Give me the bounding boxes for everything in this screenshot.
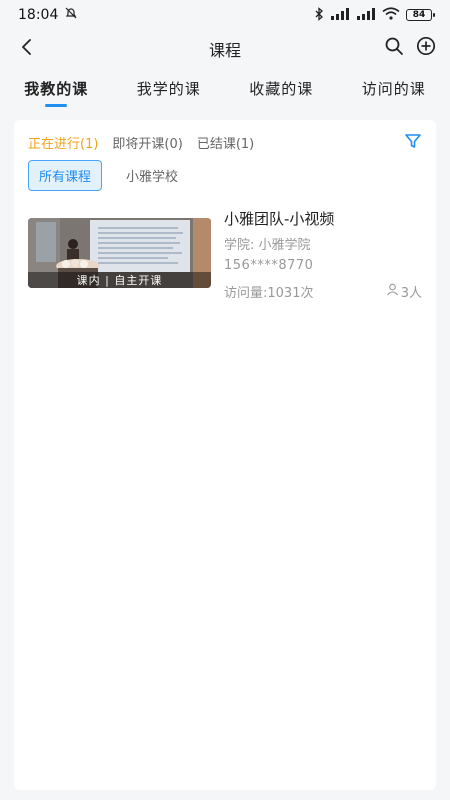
- back-button[interactable]: [14, 36, 40, 62]
- course-teacher-phone: 156****8770: [224, 258, 314, 273]
- course-card[interactable]: 课内 | 自主开课 小雅团队-小视频 学院: 小雅学院 156****8770 …: [28, 208, 422, 301]
- tab-visited[interactable]: 访问的课: [362, 68, 426, 99]
- status-filters: 正在进行(1) 即将开课(0) 已结课(1): [28, 132, 422, 152]
- battery-icon: 84: [406, 9, 435, 21]
- bluetooth-icon: [314, 6, 324, 24]
- add-course-button[interactable]: [414, 36, 438, 60]
- person-icon: [386, 283, 399, 300]
- course-thumbnail: 课内 | 自主开课: [28, 218, 211, 288]
- course-tabs: 我教的课 我学的课 收藏的课 访问的课: [0, 68, 450, 112]
- search-button[interactable]: [382, 36, 406, 60]
- scope-school[interactable]: 小雅学校: [116, 161, 188, 190]
- filter-upcoming[interactable]: 即将开课(0): [112, 133, 182, 152]
- page-title: 课程: [208, 41, 241, 60]
- scope-all-courses[interactable]: 所有课程: [28, 160, 103, 191]
- bell-off-icon: [64, 6, 78, 24]
- course-title: 小雅团队-小视频: [224, 210, 335, 228]
- signal-icon-2: [356, 7, 376, 23]
- top-bar: 课程: [0, 30, 450, 68]
- plus-circle-icon: [416, 36, 436, 60]
- tab-teaching[interactable]: 我教的课: [24, 68, 88, 99]
- filter-ongoing[interactable]: 正在进行(1): [28, 133, 98, 152]
- participant-count: 3人: [400, 286, 422, 301]
- scope-selector: 所有课程 小雅学校: [28, 160, 188, 191]
- chevron-left-icon: [20, 38, 34, 60]
- status-bar: 18:04 84: [0, 0, 450, 30]
- tab-learning[interactable]: 我学的课: [137, 68, 201, 99]
- course-panel: 正在进行(1) 即将开课(0) 已结课(1) 所有课程 小雅学校 课内 | 自主…: [14, 120, 436, 790]
- search-icon: [384, 36, 404, 60]
- course-school: 学院: 小雅学院: [224, 238, 311, 253]
- course-participants: 3人: [386, 282, 422, 301]
- course-type-badge: 课内 | 自主开课: [28, 272, 211, 288]
- course-visit-count: 访问量:1031次: [224, 286, 314, 301]
- wifi-icon: [382, 7, 400, 23]
- status-time: 18:04: [18, 7, 59, 23]
- filter-icon[interactable]: [404, 132, 422, 154]
- tab-favorites[interactable]: 收藏的课: [249, 68, 313, 99]
- filter-ended[interactable]: 已结课(1): [197, 133, 254, 152]
- signal-icon-1: [330, 7, 350, 23]
